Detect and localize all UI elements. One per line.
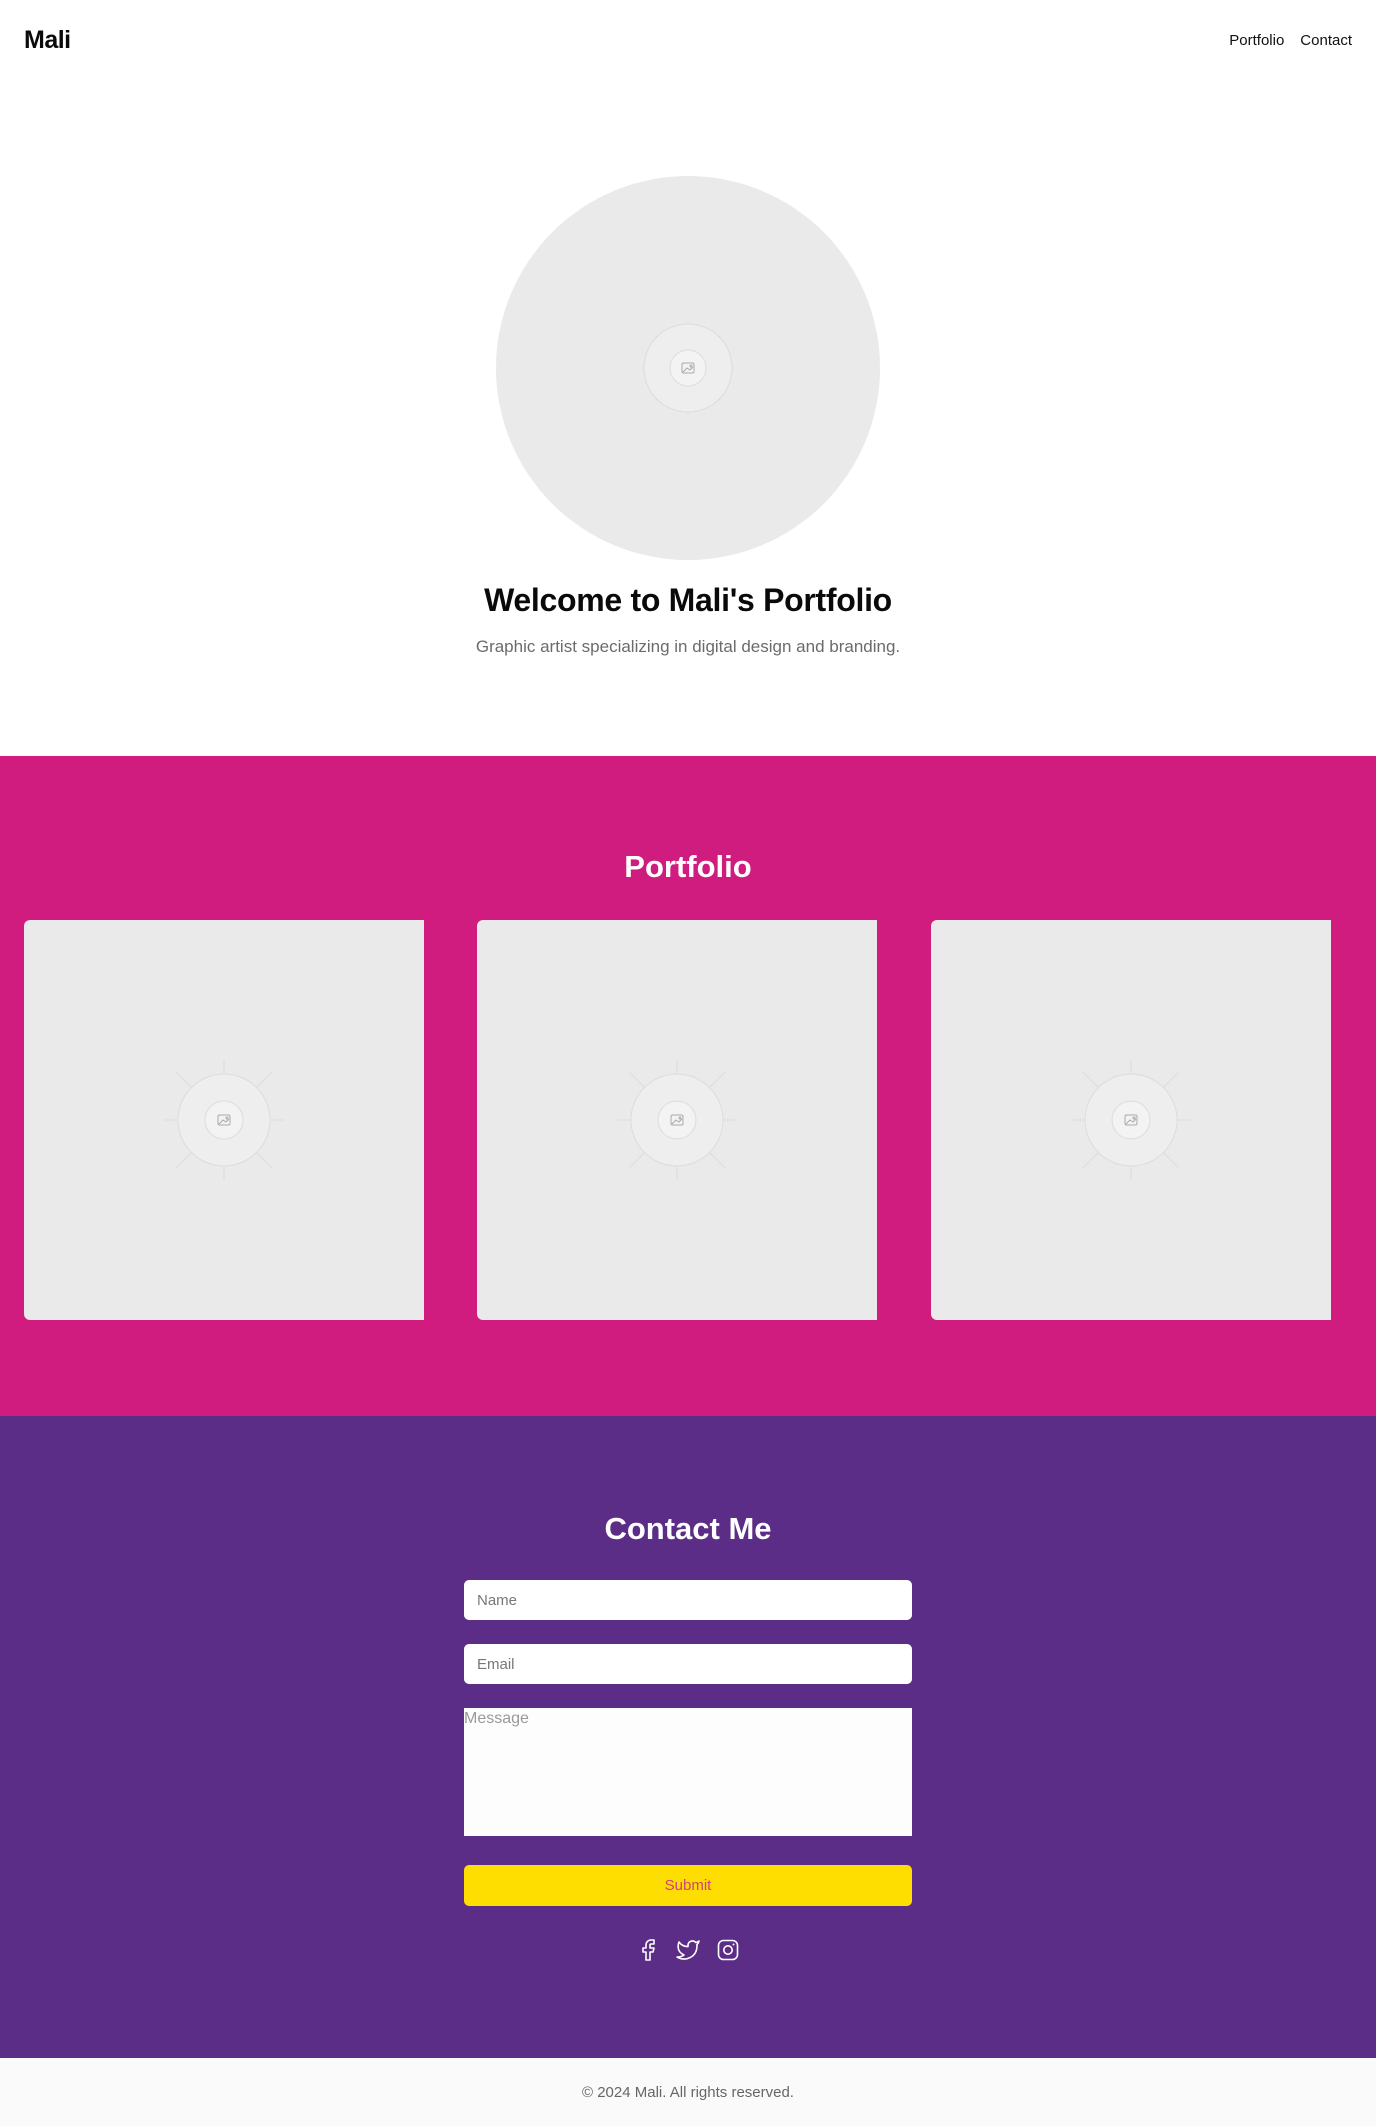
hero-subtitle: Graphic artist specializing in digital d… xyxy=(475,637,901,656)
social-links xyxy=(0,1938,1376,1962)
portfolio-item[interactable] xyxy=(931,920,1331,1320)
twitter-icon xyxy=(676,1940,700,1960)
nav-link-contact[interactable]: Contact xyxy=(1300,32,1352,49)
twitter-link[interactable] xyxy=(676,1938,700,1962)
email-input[interactable] xyxy=(464,1644,912,1684)
profile-avatar xyxy=(496,176,880,560)
facebook-link[interactable] xyxy=(636,1938,660,1962)
main-nav: Portfolio Contact xyxy=(1229,32,1352,49)
hero-title: Welcome to Mali's Portfolio xyxy=(484,582,892,618)
image-placeholder-icon xyxy=(164,1060,284,1180)
message-textarea[interactable] xyxy=(464,1708,912,1836)
hero-section: Welcome to Mali's Portfolio Graphic arti… xyxy=(0,80,1376,756)
portfolio-item[interactable] xyxy=(24,920,424,1320)
image-placeholder-icon xyxy=(617,1060,737,1180)
copyright-text: © 2024 Mali. All rights reserved. xyxy=(582,2083,794,2101)
contact-title: Contact Me xyxy=(604,1511,772,1546)
site-footer: © 2024 Mali. All rights reserved. xyxy=(0,2058,1376,2126)
submit-button[interactable]: Submit xyxy=(464,1865,912,1906)
site-header: Mali Portfolio Contact xyxy=(0,0,1376,80)
nav-link-portfolio[interactable]: Portfolio xyxy=(1229,32,1284,49)
instagram-icon xyxy=(717,1939,739,1961)
image-placeholder-icon xyxy=(1071,1060,1191,1180)
instagram-link[interactable] xyxy=(716,1938,740,1962)
contact-section: Contact Me Submit xyxy=(0,1416,1376,2058)
portfolio-item[interactable] xyxy=(477,920,877,1320)
facebook-icon xyxy=(642,1939,655,1961)
portfolio-section: Portfolio xyxy=(0,756,1376,1416)
site-logo[interactable]: Mali xyxy=(24,26,71,55)
portfolio-title: Portfolio xyxy=(624,849,752,884)
image-placeholder-icon xyxy=(642,322,734,414)
name-input[interactable] xyxy=(464,1580,912,1620)
